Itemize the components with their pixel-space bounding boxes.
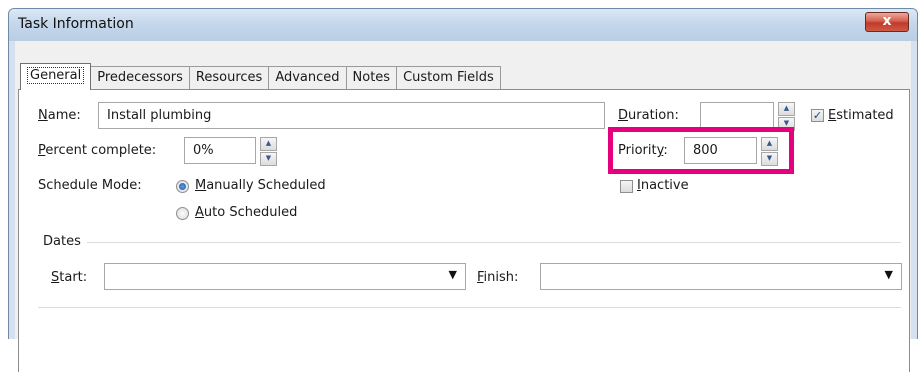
- task-information-dialog: Task Information x General Predecessors …: [8, 8, 918, 372]
- priority-label: Priority:: [618, 143, 668, 158]
- manually-scheduled-label[interactable]: Manually Scheduled: [195, 178, 326, 193]
- percent-complete-spinner[interactable]: ▲ ▼: [260, 137, 277, 166]
- percent-complete-input[interactable]: 0%: [184, 137, 256, 164]
- finish-label: Finish:: [477, 270, 519, 285]
- spin-up-icon[interactable]: ▲: [260, 137, 277, 151]
- dates-divider: [87, 242, 901, 243]
- finish-date-dropdown[interactable]: ▼: [540, 263, 902, 290]
- tab-resources[interactable]: Resources: [188, 66, 270, 89]
- auto-scheduled-label[interactable]: Auto Scheduled: [195, 205, 297, 220]
- close-button[interactable]: x: [865, 12, 909, 32]
- spin-down-icon[interactable]: ▼: [761, 152, 778, 166]
- name-label: Name:: [38, 108, 81, 123]
- name-input[interactable]: Install plumbing: [98, 102, 605, 129]
- tab-general[interactable]: General: [20, 63, 92, 90]
- duration-spinner[interactable]: ▲ ▼: [778, 102, 795, 131]
- duration-input[interactable]: [700, 102, 774, 129]
- tab-strip: General Predecessors Resources Advanced …: [20, 63, 501, 90]
- close-icon: x: [882, 13, 892, 29]
- inactive-checkbox[interactable]: [620, 180, 633, 193]
- dropdown-arrow-icon: ▼: [448, 268, 457, 281]
- inactive-label: Inactive: [637, 178, 689, 193]
- check-icon: ✓: [812, 109, 823, 122]
- priority-input[interactable]: 800: [684, 137, 757, 164]
- percent-complete-label: Percent complete:: [38, 143, 157, 158]
- spin-down-icon[interactable]: ▼: [260, 152, 277, 166]
- tab-predecessors[interactable]: Predecessors: [90, 66, 190, 89]
- priority-spinner[interactable]: ▲ ▼: [761, 137, 778, 166]
- tab-notes[interactable]: Notes: [345, 66, 398, 89]
- bottom-divider: [38, 307, 901, 308]
- tab-advanced[interactable]: Advanced: [268, 66, 347, 89]
- dates-group-title: Dates: [43, 234, 81, 249]
- title-bar: Task Information x: [9, 9, 917, 41]
- manually-scheduled-radio[interactable]: [176, 180, 189, 193]
- general-panel: Name: Install plumbing Duration: ▲ ▼ ✓ E…: [18, 89, 910, 372]
- start-date-dropdown[interactable]: ▼: [104, 263, 466, 290]
- spin-up-icon[interactable]: ▲: [761, 137, 778, 151]
- tab-custom-fields[interactable]: Custom Fields: [396, 66, 501, 89]
- start-label: Start:: [51, 270, 88, 285]
- dropdown-arrow-icon: ▼: [884, 268, 893, 281]
- estimated-checkbox[interactable]: ✓: [811, 109, 824, 122]
- dialog-title: Task Information: [18, 16, 134, 32]
- auto-scheduled-radio[interactable]: [176, 207, 189, 220]
- estimated-label: Estimated: [828, 108, 894, 123]
- schedule-mode-label: Schedule Mode:: [38, 178, 142, 193]
- tab-general-label: General: [27, 67, 85, 84]
- dialog-client: General Predecessors Resources Advanced …: [15, 41, 911, 372]
- duration-label: Duration:: [618, 108, 679, 123]
- spin-up-icon[interactable]: ▲: [778, 102, 795, 116]
